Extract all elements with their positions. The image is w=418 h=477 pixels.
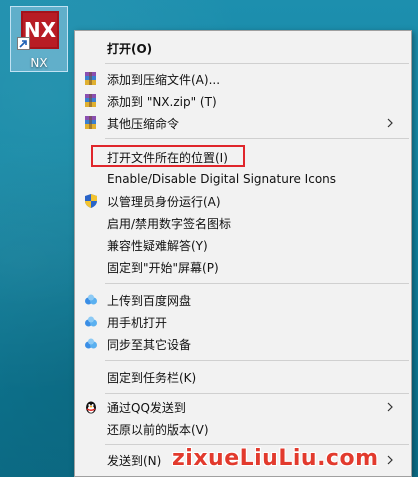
menu-item-toggle-signature-icons[interactable]: 启用/禁用数字签名图标 bbox=[75, 212, 411, 234]
menu-item-enable-disable-signature[interactable]: Enable/Disable Digital Signature Icons bbox=[75, 168, 411, 190]
baidu-netdisk-icon bbox=[83, 292, 99, 308]
menu-item-compatibility-troubleshoot[interactable]: 兼容性疑难解答(Y) bbox=[75, 234, 411, 256]
menu-item-label: 还原以前的版本(V) bbox=[107, 422, 209, 437]
highlight-box bbox=[91, 145, 245, 167]
baidu-netdisk-icon bbox=[83, 336, 99, 352]
chevron-right-icon bbox=[383, 116, 397, 130]
menu-item-more-compress[interactable]: 其他压缩命令 bbox=[75, 112, 411, 134]
menu-item-label: 发送到(N) bbox=[107, 453, 162, 468]
menu-item-label: 通过QQ发送到 bbox=[107, 400, 186, 415]
winrar-archive-icon bbox=[83, 71, 99, 87]
menu-separator bbox=[105, 63, 409, 64]
menu-item-label: 其他压缩命令 bbox=[107, 116, 180, 131]
menu-item-pin-to-start[interactable]: 固定到"开始"屏幕(P) bbox=[75, 256, 411, 278]
menu-separator bbox=[105, 393, 409, 394]
chevron-right-icon bbox=[383, 400, 397, 414]
menu-item-label: 上传到百度网盘 bbox=[107, 293, 192, 308]
menu-item-label: Enable/Disable Digital Signature Icons bbox=[107, 172, 337, 186]
shortcut-arrow-icon bbox=[17, 37, 30, 50]
menu-separator bbox=[105, 444, 409, 445]
desktop-icon-label: NX bbox=[30, 56, 48, 70]
menu-item-label: 同步至其它设备 bbox=[107, 337, 192, 352]
menu-item-label: 固定到任务栏(K) bbox=[107, 370, 197, 385]
menu-item-add-to-archive[interactable]: 添加到压缩文件(A)... bbox=[75, 68, 411, 90]
menu-item-label: 打开(O) bbox=[107, 41, 153, 56]
menu-item-open[interactable]: 打开(O) bbox=[75, 37, 411, 59]
menu-separator bbox=[105, 283, 409, 284]
menu-separator bbox=[105, 138, 409, 139]
chevron-right-icon bbox=[383, 453, 397, 467]
menu-item-label: 固定到"开始"屏幕(P) bbox=[107, 260, 219, 275]
menu-item-label: 兼容性疑难解答(Y) bbox=[107, 238, 208, 253]
menu-item-run-as-admin[interactable]: 以管理员身份运行(A) bbox=[75, 190, 411, 212]
menu-item-label: 以管理员身份运行(A) bbox=[107, 194, 221, 209]
qq-penguin-icon bbox=[83, 399, 99, 415]
menu-item-upload-baidu[interactable]: 上传到百度网盘 bbox=[75, 289, 411, 311]
menu-item-label: 添加到压缩文件(A)... bbox=[107, 72, 221, 87]
menu-item-label: 启用/禁用数字签名图标 bbox=[107, 216, 232, 231]
menu-item-label: 添加到 "NX.zip" (T) bbox=[107, 94, 217, 109]
winrar-archive-icon bbox=[83, 115, 99, 131]
menu-item-sync-devices[interactable]: 同步至其它设备 bbox=[75, 333, 411, 355]
menu-item-open-on-phone[interactable]: 用手机打开 bbox=[75, 311, 411, 333]
context-menu: 打开(O) 添加到压缩文件(A)... 添加到 "NX.zip" (T) 其他压… bbox=[74, 30, 412, 477]
menu-item-restore-previous-versions[interactable]: 还原以前的版本(V) bbox=[75, 418, 411, 440]
menu-separator bbox=[105, 360, 409, 361]
desktop-icon-nx[interactable]: NX NX bbox=[10, 6, 68, 72]
baidu-netdisk-icon bbox=[83, 314, 99, 330]
uac-shield-icon bbox=[83, 193, 99, 209]
menu-item-send-via-qq[interactable]: 通过QQ发送到 bbox=[75, 396, 411, 418]
winrar-archive-icon bbox=[83, 93, 99, 109]
menu-item-add-to-zip[interactable]: 添加到 "NX.zip" (T) bbox=[75, 90, 411, 112]
menu-item-label: 用手机打开 bbox=[107, 315, 168, 330]
menu-item-pin-to-taskbar[interactable]: 固定到任务栏(K) bbox=[75, 366, 411, 388]
watermark-text: zixueLiuLiu.com bbox=[172, 446, 379, 471]
